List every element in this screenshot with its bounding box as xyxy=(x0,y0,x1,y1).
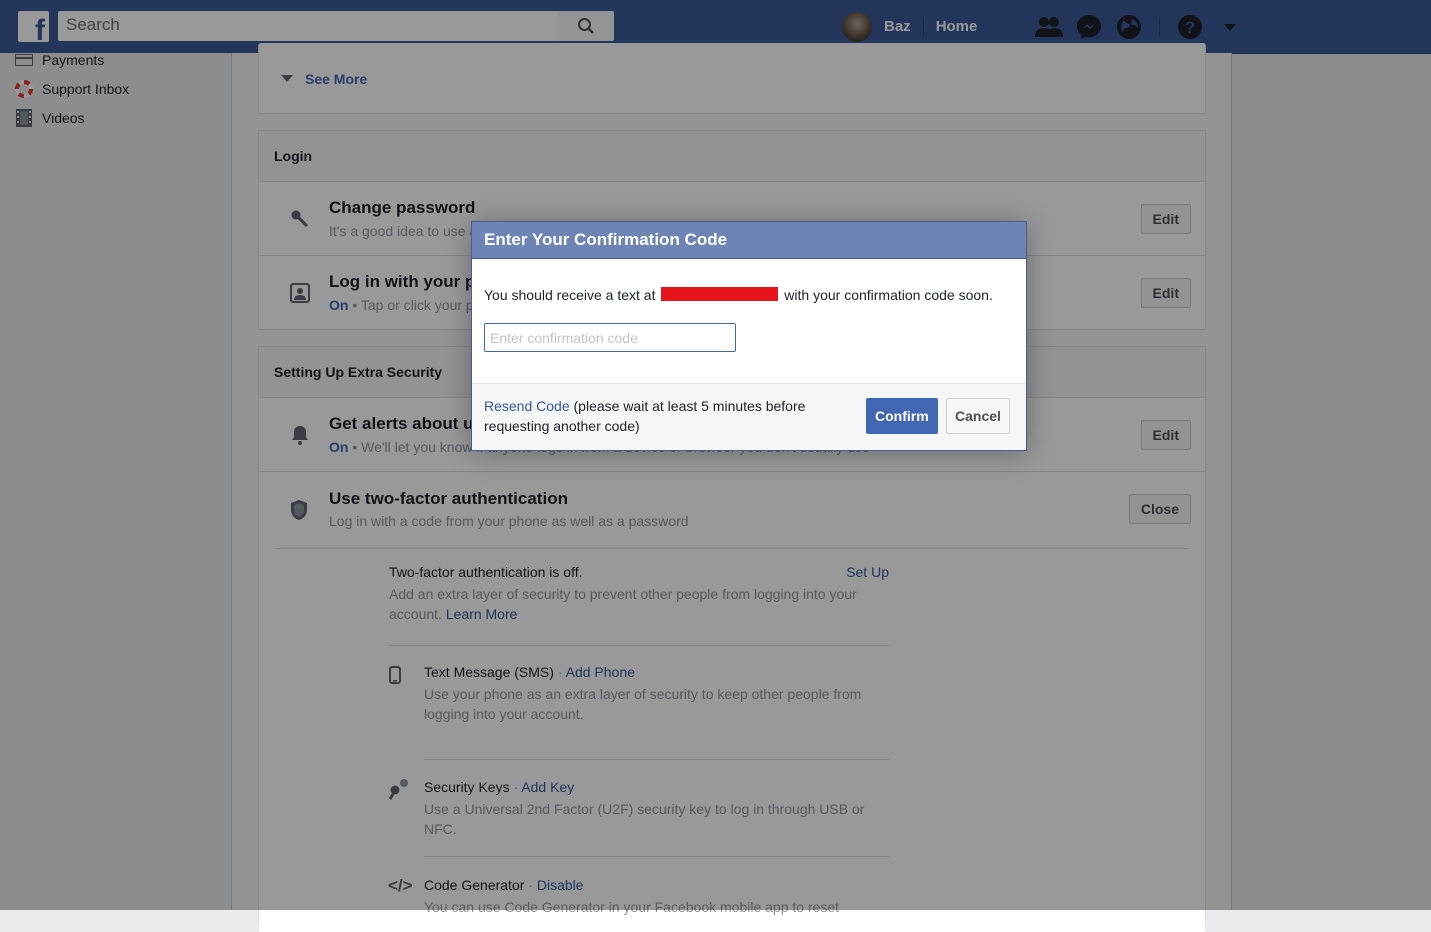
resend-code-link[interactable]: Resend Code xyxy=(484,398,570,414)
confirmation-code-dialog: Enter Your Confirmation Code You should … xyxy=(471,221,1027,451)
resend-note: Resend Code (please wait at least 5 minu… xyxy=(484,396,854,436)
confirmation-code-input[interactable] xyxy=(484,323,736,352)
dialog-title: Enter Your Confirmation Code xyxy=(472,222,1026,259)
modal-backdrop[interactable] xyxy=(0,0,1431,910)
redacted-phone-number xyxy=(661,287,779,301)
dialog-footer: Resend Code (please wait at least 5 minu… xyxy=(472,383,1026,450)
dialog-message-after: with your confirmation code soon. xyxy=(784,287,993,303)
confirm-button[interactable]: Confirm xyxy=(866,398,938,434)
cancel-button[interactable]: Cancel xyxy=(946,398,1010,434)
dialog-body: You should receive a text at with your c… xyxy=(472,259,1026,373)
dialog-message-before: You should receive a text at xyxy=(484,287,656,303)
